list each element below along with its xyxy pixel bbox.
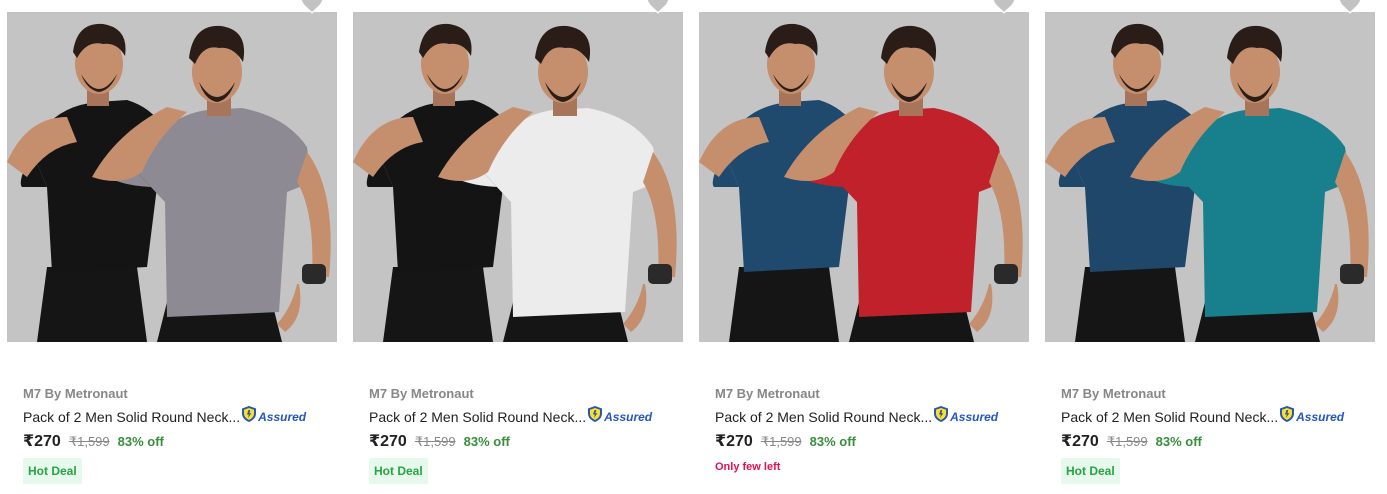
price-row: ₹270 ₹1,599 83% off	[1061, 431, 1202, 451]
product-title-row: Pack of 2 Men Solid Round Neck... Assure…	[23, 405, 306, 428]
selling-price: ₹270	[369, 433, 407, 450]
product-card[interactable]: M7 By Metronaut Pack of 2 Men Solid Roun…	[699, 0, 1029, 494]
product-tag: Hot Deal	[1061, 458, 1120, 484]
product-brand: M7 By Metronaut	[369, 386, 474, 401]
heart-icon[interactable]	[645, 0, 671, 16]
original-price: ₹1,599	[414, 434, 456, 449]
product-title[interactable]: Pack of 2 Men Solid Round Neck...	[1061, 409, 1278, 425]
product-card[interactable]: M7 By Metronaut Pack of 2 Men Solid Roun…	[1045, 0, 1375, 494]
product-title-row: Pack of 2 Men Solid Round Neck... Assure…	[369, 405, 652, 428]
product-brand: M7 By Metronaut	[1061, 386, 1166, 401]
assured-badge: Assured	[241, 405, 306, 428]
product-image[interactable]	[7, 12, 337, 342]
assured-badge: Assured	[587, 405, 652, 428]
price-row: ₹270 ₹1,599 83% off	[23, 431, 164, 451]
original-price: ₹1,599	[760, 434, 802, 449]
discount-label: 83% off	[463, 434, 510, 449]
original-price: ₹1,599	[68, 434, 110, 449]
product-brand: M7 By Metronaut	[23, 386, 128, 401]
product-title[interactable]: Pack of 2 Men Solid Round Neck...	[369, 409, 586, 425]
product-title[interactable]: Pack of 2 Men Solid Round Neck...	[23, 409, 240, 425]
discount-label: 83% off	[809, 434, 856, 449]
selling-price: ₹270	[715, 433, 753, 450]
assured-shield-icon	[241, 405, 257, 428]
heart-icon[interactable]	[299, 0, 325, 16]
assured-label: Assured	[950, 409, 999, 424]
price-row: ₹270 ₹1,599 83% off	[715, 431, 856, 451]
assured-shield-icon	[587, 405, 603, 428]
product-grid: M7 By Metronaut Pack of 2 Men Solid Roun…	[0, 0, 1387, 494]
selling-price: ₹270	[23, 433, 61, 450]
product-tag: Hot Deal	[23, 458, 82, 484]
heart-icon[interactable]	[1337, 0, 1363, 16]
selling-price: ₹270	[1061, 433, 1099, 450]
product-title[interactable]: Pack of 2 Men Solid Round Neck...	[715, 409, 932, 425]
assured-shield-icon	[1279, 405, 1295, 428]
product-tag: Only few left	[715, 461, 781, 473]
product-title-row: Pack of 2 Men Solid Round Neck... Assure…	[1061, 405, 1344, 428]
product-card[interactable]: M7 By Metronaut Pack of 2 Men Solid Roun…	[353, 0, 683, 494]
assured-badge: Assured	[1279, 405, 1344, 428]
product-title-row: Pack of 2 Men Solid Round Neck... Assure…	[715, 405, 998, 428]
product-image[interactable]	[1045, 12, 1375, 342]
product-card[interactable]: M7 By Metronaut Pack of 2 Men Solid Roun…	[7, 0, 337, 494]
heart-icon[interactable]	[991, 0, 1017, 16]
discount-label: 83% off	[1155, 434, 1202, 449]
product-image[interactable]	[699, 12, 1029, 342]
assured-label: Assured	[258, 409, 307, 424]
product-brand: M7 By Metronaut	[715, 386, 820, 401]
product-image[interactable]	[353, 12, 683, 342]
assured-label: Assured	[1296, 409, 1345, 424]
assured-shield-icon	[933, 405, 949, 428]
assured-badge: Assured	[933, 405, 998, 428]
product-tag: Hot Deal	[369, 458, 428, 484]
original-price: ₹1,599	[1106, 434, 1148, 449]
assured-label: Assured	[604, 409, 653, 424]
price-row: ₹270 ₹1,599 83% off	[369, 431, 510, 451]
discount-label: 83% off	[117, 434, 164, 449]
